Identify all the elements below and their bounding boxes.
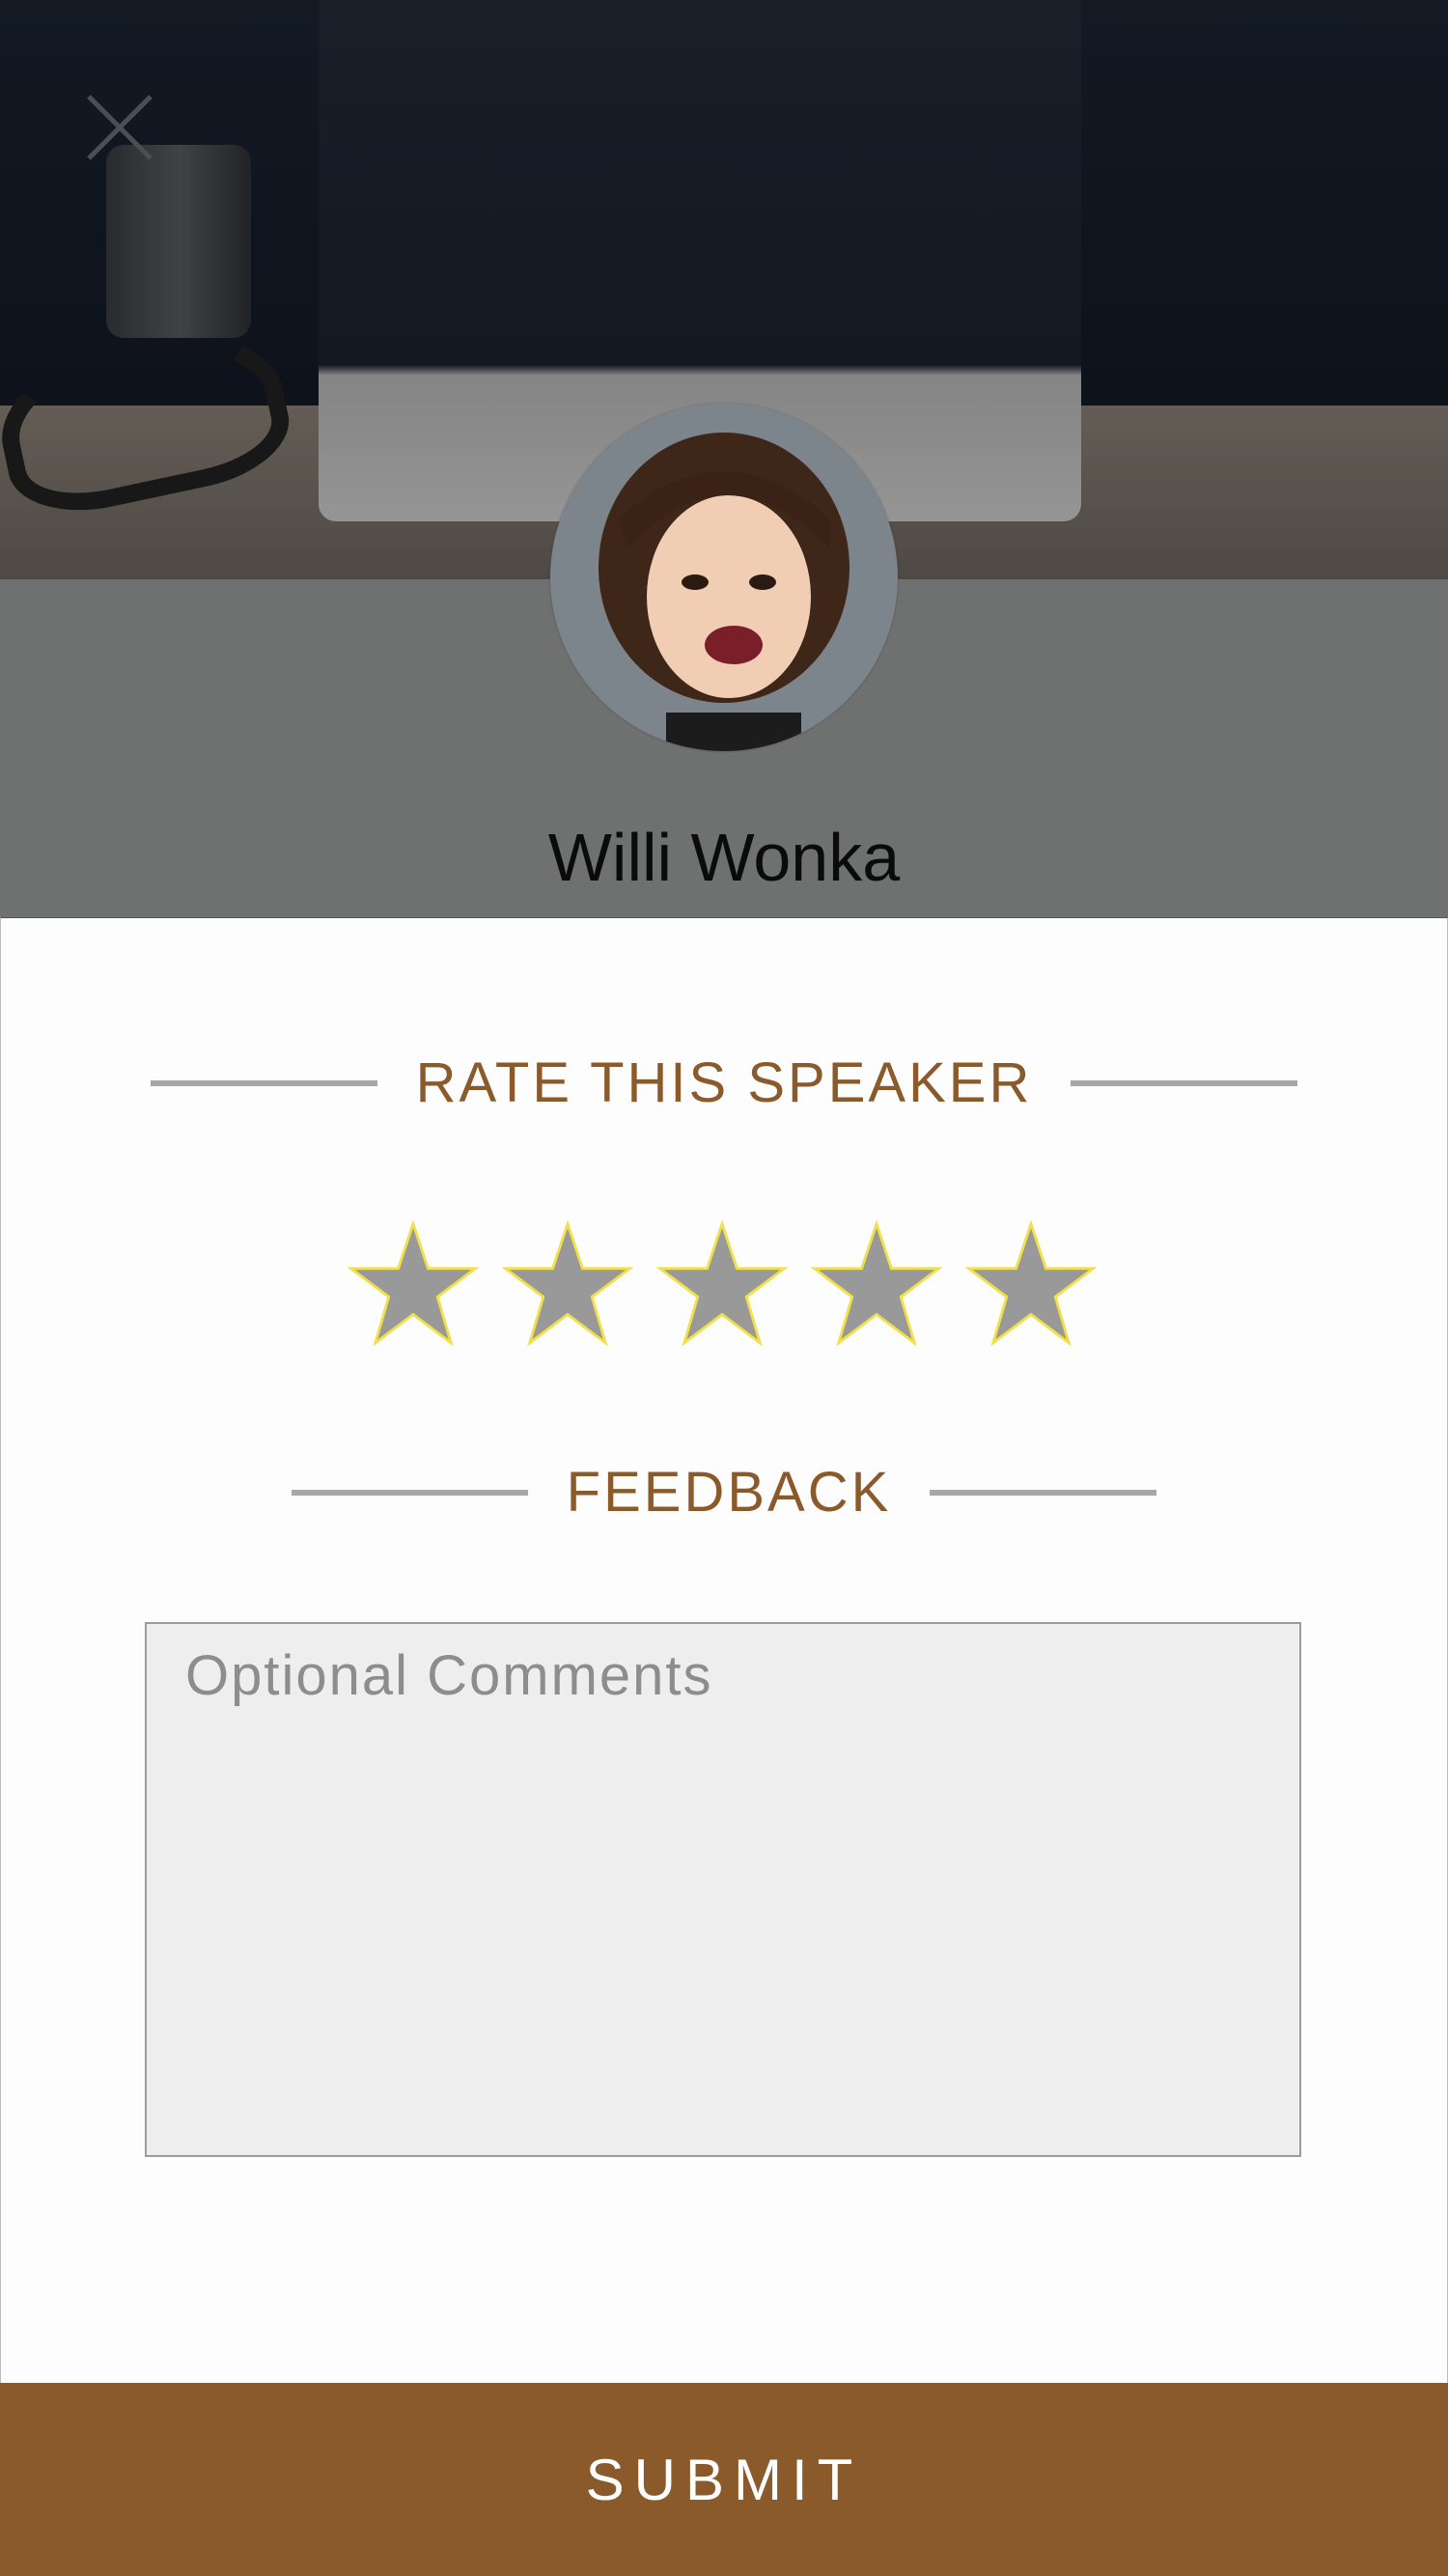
star-icon[interactable] — [346, 1218, 481, 1354]
avatar-photo — [550, 404, 898, 751]
speaker-avatar — [550, 404, 898, 751]
speaker-name: Willi Wonka — [547, 820, 901, 895]
rate-section-header: RATE THIS SPEAKER — [0, 1050, 1448, 1115]
comments-field-container — [145, 1622, 1301, 2157]
submit-button[interactable]: SUBMIT — [0, 2383, 1448, 2576]
submit-label: SUBMIT — [585, 2447, 863, 2512]
divider-left — [150, 1079, 377, 1086]
star-icon[interactable] — [809, 1218, 944, 1354]
rate-section-title: RATE THIS SPEAKER — [415, 1051, 1033, 1114]
star-icon[interactable] — [654, 1218, 790, 1354]
close-icon — [87, 95, 153, 160]
divider-left — [291, 1489, 528, 1496]
star-icon[interactable] — [963, 1218, 1099, 1354]
comments-textarea[interactable] — [147, 1624, 1299, 2155]
star-rating[interactable] — [346, 1218, 1099, 1354]
close-button[interactable] — [81, 89, 158, 166]
star-icon[interactable] — [500, 1218, 635, 1354]
feedback-section-title: FEEDBACK — [566, 1461, 892, 1524]
divider-right — [1071, 1079, 1298, 1086]
divider-right — [930, 1489, 1157, 1496]
feedback-section-header: FEEDBACK — [0, 1460, 1448, 1525]
